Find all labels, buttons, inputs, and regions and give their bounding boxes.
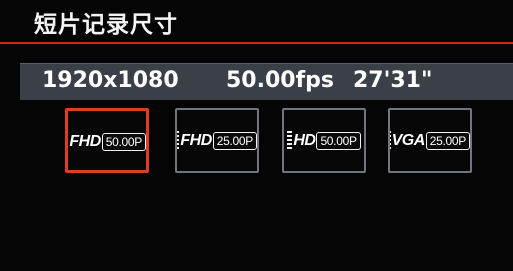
movie-size-option-hd-50p[interactable]: HD 50.00P [282,108,366,173]
film-strip-icon [287,131,293,151]
format-label: HD [293,132,316,149]
frame-rate-badge: 50.00P [316,132,361,150]
header-divider [0,42,513,44]
movie-size-option-vga-25p[interactable]: VGA 25.00P [388,108,472,173]
frame-rate-badge: 25.00P [425,132,470,150]
film-strip-icon [390,131,391,151]
resolution-readout: 1920x1080 [42,68,179,93]
page-title: 短片记录尺寸 [34,12,178,38]
frame-rate-badge: 25.00P [212,132,257,150]
format-label: FHD [69,133,101,150]
movie-size-options: FHD 50.00P FHD 25.00P HD 50.00P VGA 25.0… [0,108,513,178]
frame-rate-badge: 50.00P [101,133,146,151]
format-label: VGA [391,132,426,149]
film-strip-icon [177,131,180,151]
menu-header: 短片记录尺寸 [0,0,513,40]
remaining-time-readout: 27'31" [353,68,433,93]
recording-info-bar: 1920x1080 50.00fps 27'31" [20,63,513,100]
movie-size-option-fhd-50p[interactable]: FHD 50.00P [65,108,149,173]
movie-size-option-fhd-25p[interactable]: FHD 25.00P [175,108,259,173]
frame-rate-readout: 50.00fps [226,68,335,93]
format-label: FHD [180,132,212,149]
